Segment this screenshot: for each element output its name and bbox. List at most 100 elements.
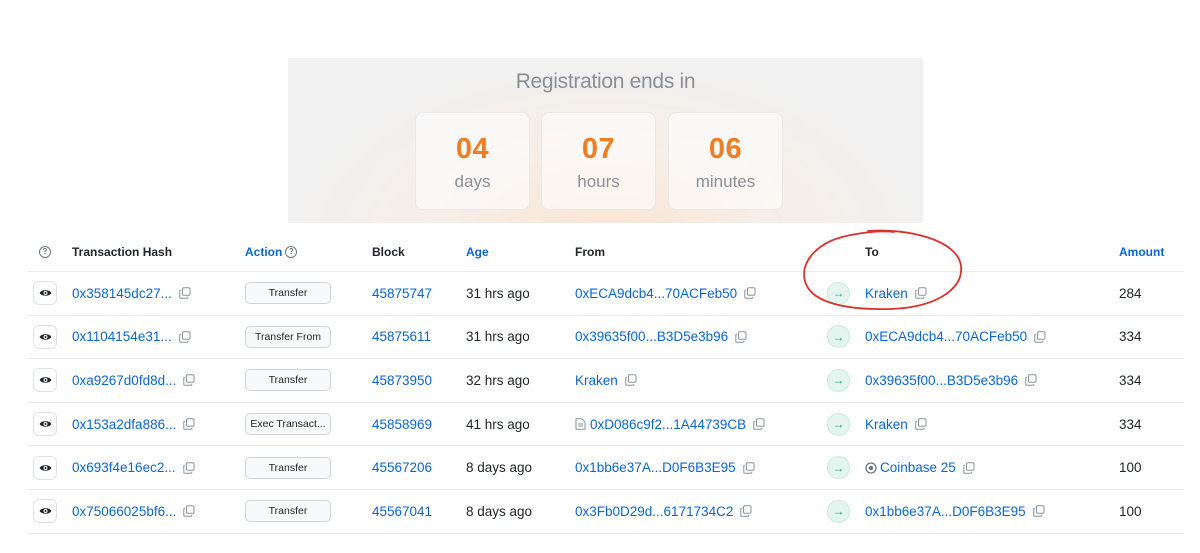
to-address-link[interactable]: Coinbase 25 xyxy=(880,460,956,475)
action-cell: Transfer xyxy=(245,359,331,402)
tx-hash-link[interactable]: 0xa9267d0fd8d... xyxy=(72,373,176,388)
question-icon[interactable]: ? xyxy=(285,245,298,258)
action-badge[interactable]: Transfer xyxy=(245,369,331,392)
copy-icon[interactable] xyxy=(740,505,752,517)
amount-cell: 334 xyxy=(1119,316,1142,359)
header-to: To xyxy=(865,244,879,259)
header-age[interactable]: Age xyxy=(466,232,489,271)
block-link[interactable]: 45567041 xyxy=(372,504,432,519)
from-address-link[interactable]: 0x1bb6e37A...D0F6B3E95 xyxy=(575,460,736,475)
hash-cell: 0x693f4e16ec2... xyxy=(72,446,195,489)
copy-icon[interactable] xyxy=(1025,374,1037,387)
copy-icon[interactable] xyxy=(1034,331,1046,343)
block-link[interactable]: 45875747 xyxy=(372,286,432,301)
tx-hash-link[interactable]: 0x1104154e31... xyxy=(72,329,172,344)
to-cell: Coinbase 25 xyxy=(865,446,975,489)
action-cell: Transfer xyxy=(245,490,331,533)
age-text: 32 hrs ago xyxy=(466,372,530,388)
action-badge[interactable]: Transfer xyxy=(245,282,331,305)
age-text: 31 hrs ago xyxy=(466,329,530,345)
from-address-link[interactable]: 0x39635f00...B3D5e3b96 xyxy=(575,329,728,344)
to-address-link[interactable]: Kraken xyxy=(865,286,908,301)
tx-hash-link[interactable]: 0x153a2dfa886... xyxy=(72,417,176,432)
block-link[interactable]: 45567206 xyxy=(372,460,432,475)
tx-hash-link[interactable]: 0x358145dc27... xyxy=(72,286,172,301)
amount-text: 334 xyxy=(1119,329,1142,345)
block-cell: 45873950 xyxy=(372,359,432,402)
direction-cell: → xyxy=(827,316,850,359)
tx-hash-link[interactable]: 0x75066025bf6... xyxy=(72,504,176,519)
view-cell xyxy=(32,316,58,359)
to-cell: 0x39635f00...B3D5e3b96 xyxy=(865,359,1037,402)
header-amount[interactable]: Amount xyxy=(1119,232,1164,271)
copy-icon[interactable] xyxy=(625,374,637,387)
direction-cell: → xyxy=(827,490,850,533)
to-address-link[interactable]: 0xECA9dcb4...70ACFeb50 xyxy=(865,329,1027,344)
view-cell xyxy=(32,403,58,446)
block-link[interactable]: 45858969 xyxy=(372,417,432,432)
copy-icon[interactable] xyxy=(744,287,756,299)
block-cell: 45858969 xyxy=(372,403,432,446)
block-cell: 45567041 xyxy=(372,490,432,533)
from-cell: 0x3Fb0D29d...6171734C2 xyxy=(575,490,752,533)
eye-icon[interactable] xyxy=(33,324,57,349)
to-cell: 0xECA9dcb4...70ACFeb50 xyxy=(865,316,1046,359)
action-badge[interactable]: Transfer xyxy=(245,500,331,523)
amount-cell: 284 xyxy=(1119,272,1142,315)
from-cell: 0x39635f00...B3D5e3b96 xyxy=(575,316,747,359)
copy-icon[interactable] xyxy=(963,461,975,474)
copy-icon[interactable] xyxy=(753,418,765,430)
header-action[interactable]: Action ? xyxy=(245,232,298,271)
copy-icon[interactable] xyxy=(735,331,747,343)
to-address-link[interactable]: Kraken xyxy=(865,417,908,432)
arrow-right-icon: → xyxy=(827,412,850,436)
from-address-link[interactable]: Kraken xyxy=(575,373,618,388)
header-action-label[interactable]: Action xyxy=(245,245,282,259)
timer-days-unit: days xyxy=(454,172,491,191)
arrow-right-icon: → xyxy=(827,281,850,305)
table-row: 0xa9267d0fd8d... Transfer 45873950 32 hrs a… xyxy=(28,359,1184,403)
copy-icon[interactable] xyxy=(915,418,927,430)
timer-hours-value: 07 xyxy=(581,133,616,165)
question-icon[interactable]: ? xyxy=(39,245,51,258)
from-address-link[interactable]: 0xECA9dcb4...70ACFeb50 xyxy=(575,286,737,301)
copy-icon[interactable] xyxy=(742,461,755,474)
from-cell: 0xECA9dcb4...70ACFeb50 xyxy=(575,272,756,315)
eye-icon[interactable] xyxy=(33,368,57,393)
block-cell: 45567206 xyxy=(372,446,432,489)
eye-icon[interactable] xyxy=(33,412,57,437)
copy-icon[interactable] xyxy=(915,287,927,299)
table-header: ? Transaction Hash Action ? Block Age Fr… xyxy=(28,232,1184,272)
action-badge[interactable]: Exec Transact... xyxy=(245,413,331,436)
copy-icon[interactable] xyxy=(178,331,191,343)
from-address-link[interactable]: 0xD086c9f2...1A44739CB xyxy=(590,417,746,432)
eye-icon[interactable] xyxy=(33,499,57,524)
tx-hash-link[interactable]: 0x693f4e16ec2... xyxy=(72,460,176,475)
copy-icon[interactable] xyxy=(183,505,195,517)
eye-icon[interactable] xyxy=(33,455,57,480)
view-cell xyxy=(32,446,58,489)
direction-cell: → xyxy=(827,446,850,489)
block-link[interactable]: 45875611 xyxy=(372,329,431,344)
block-link[interactable]: 45873950 xyxy=(372,373,432,388)
header-help[interactable]: ? xyxy=(32,232,58,271)
eye-icon[interactable] xyxy=(33,281,57,306)
action-badge[interactable]: Transfer xyxy=(245,456,331,479)
from-address-link[interactable]: 0x3Fb0D29d...6171734C2 xyxy=(575,504,733,519)
arrow-right-icon: → xyxy=(827,368,850,392)
copy-icon[interactable] xyxy=(179,287,191,299)
from-cell: 0xD086c9f2...1A44739CB xyxy=(575,403,765,446)
timer-days-value: 04 xyxy=(455,133,490,165)
copy-icon[interactable] xyxy=(183,418,195,430)
to-address-link[interactable]: 0x39635f00...B3D5e3b96 xyxy=(865,373,1018,388)
to-address-link[interactable]: 0x1bb6e37A...D0F6B3E95 xyxy=(865,504,1026,519)
copy-icon[interactable] xyxy=(183,374,195,387)
copy-icon[interactable] xyxy=(182,461,195,474)
copy-icon[interactable] xyxy=(1032,505,1045,517)
action-badge[interactable]: Transfer From xyxy=(245,325,331,348)
timer-hours-unit: hours xyxy=(577,172,620,191)
table-row: 0x1104154e31... Transfer From 45875611 31 h… xyxy=(28,316,1184,360)
table-row: 0x693f4e16ec2... Transfer 45567206 8 days a… xyxy=(28,446,1184,490)
amount-cell: 334 xyxy=(1119,359,1142,402)
to-cell: Kraken xyxy=(865,403,927,446)
